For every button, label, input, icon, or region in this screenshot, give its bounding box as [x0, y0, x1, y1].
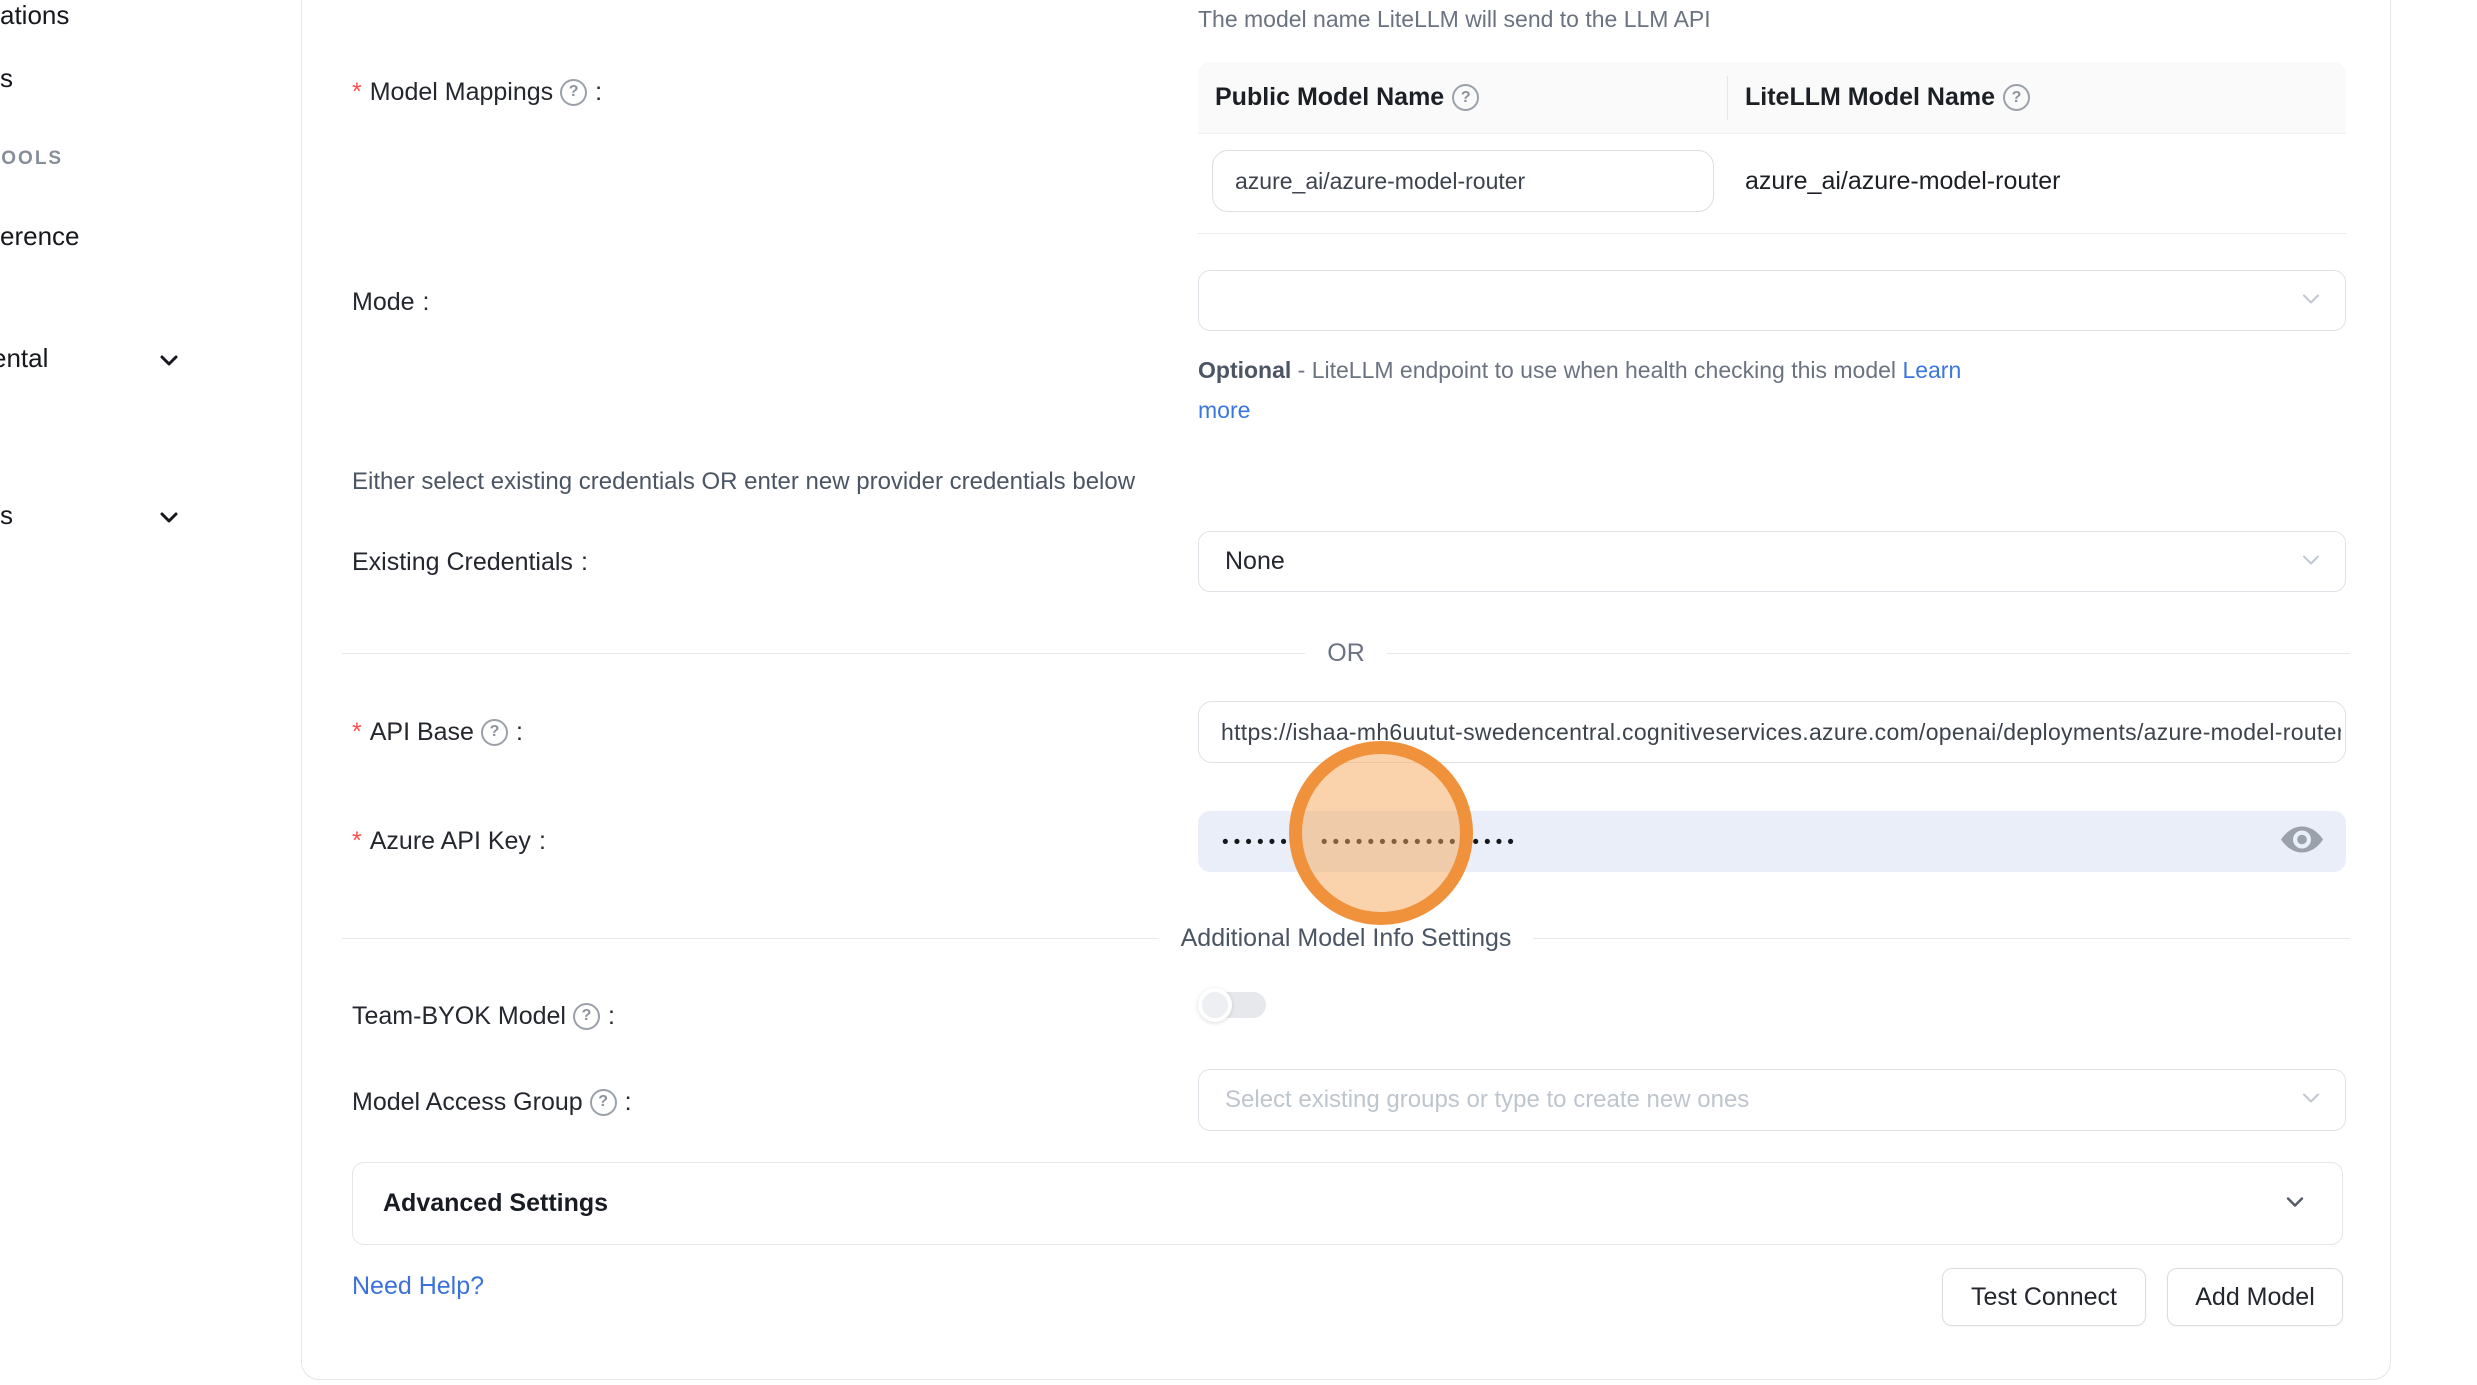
sidebar-item-s2[interactable]: s: [0, 500, 13, 531]
sidebar-item-ations[interactable]: ations: [0, 0, 69, 31]
mode-select[interactable]: [1198, 270, 2346, 331]
azure-api-key-input[interactable]: ••••••• •••••••••••••••••: [1198, 811, 2346, 872]
existing-credentials-select[interactable]: None: [1198, 531, 2346, 592]
help-question-icon[interactable]: ?: [2003, 84, 2030, 111]
advanced-settings-panel[interactable]: Advanced Settings: [352, 1162, 2343, 1245]
eye-icon[interactable]: [2280, 822, 2324, 861]
additional-settings-divider: Additional Model Info Settings: [342, 913, 2350, 963]
chevron-down-icon: [2282, 1188, 2308, 1219]
model-access-group-label: Model Access Group ? :: [352, 1086, 632, 1118]
api-base-label: * API Base ? :: [352, 716, 523, 748]
chevron-down-icon: [2299, 547, 2323, 576]
mode-label: Mode:: [352, 286, 430, 318]
required-mark: *: [352, 825, 362, 857]
team-byok-label: Team-BYOK Model ? :: [352, 1000, 615, 1032]
advanced-settings-title: Advanced Settings: [383, 1189, 608, 1218]
model-name-help-text: The model name LiteLLM will send to the …: [1198, 6, 1711, 33]
table-row: azure_ai/azure-model-router: [1198, 134, 2346, 233]
help-question-icon[interactable]: ?: [560, 79, 587, 106]
chevron-down-icon: [2299, 1086, 2323, 1115]
mode-help-text: Optional - LiteLLM endpoint to use when …: [1198, 350, 2010, 430]
add-model-page: ations s TOOLS erence ental s The model …: [0, 0, 2477, 1385]
model-mappings-table: Public Model Name ? LiteLLM Model Name ?…: [1198, 62, 2346, 234]
required-mark: *: [352, 716, 362, 748]
chevron-down-icon[interactable]: [156, 347, 182, 373]
help-question-icon[interactable]: ?: [573, 1003, 600, 1030]
team-byok-toggle[interactable]: [1198, 988, 1268, 1022]
need-help-link[interactable]: Need Help?: [352, 1272, 484, 1301]
existing-credentials-label: Existing Credentials:: [352, 546, 588, 578]
chevron-down-icon: [2299, 286, 2323, 315]
api-base-input[interactable]: [1198, 701, 2346, 763]
help-question-icon[interactable]: ?: [590, 1089, 617, 1116]
or-divider: OR: [342, 628, 2350, 678]
model-access-group-placeholder: Select existing groups or type to create…: [1199, 1086, 1749, 1114]
sidebar-item-erence[interactable]: erence: [0, 221, 80, 252]
azure-api-key-label: * Azure API Key :: [352, 825, 546, 857]
masked-api-key: ••••••• •••••••••••••••••: [1198, 832, 1519, 854]
add-model-button[interactable]: Add Model: [2167, 1268, 2343, 1326]
chevron-down-icon[interactable]: [156, 504, 182, 530]
public-model-name-input[interactable]: [1212, 150, 1714, 212]
model-mappings-label: * Model Mappings ? :: [352, 76, 602, 108]
credentials-note: Either select existing credentials OR en…: [352, 468, 1135, 496]
required-mark: *: [352, 76, 362, 108]
help-question-icon[interactable]: ?: [481, 719, 508, 746]
model-access-group-select[interactable]: Select existing groups or type to create…: [1198, 1069, 2346, 1131]
table-header-row: Public Model Name ? LiteLLM Model Name ?: [1198, 62, 2346, 134]
help-question-icon[interactable]: ?: [1452, 84, 1479, 111]
column-header-litellm-model-name: LiteLLM Model Name ?: [1727, 83, 2030, 112]
existing-credentials-value: None: [1199, 547, 1285, 576]
sidebar-item-s1[interactable]: s: [0, 63, 13, 94]
sidebar-item-ental[interactable]: ental: [0, 343, 48, 374]
test-connect-button[interactable]: Test Connect: [1942, 1268, 2146, 1326]
sidebar-section-tools: TOOLS: [0, 148, 63, 170]
column-divider: [1727, 76, 1728, 120]
litellm-model-name-value: azure_ai/azure-model-router: [1745, 134, 2060, 228]
sidebar: ations s TOOLS erence ental s: [0, 0, 300, 1385]
column-header-public-model-name: Public Model Name ?: [1198, 83, 1727, 112]
